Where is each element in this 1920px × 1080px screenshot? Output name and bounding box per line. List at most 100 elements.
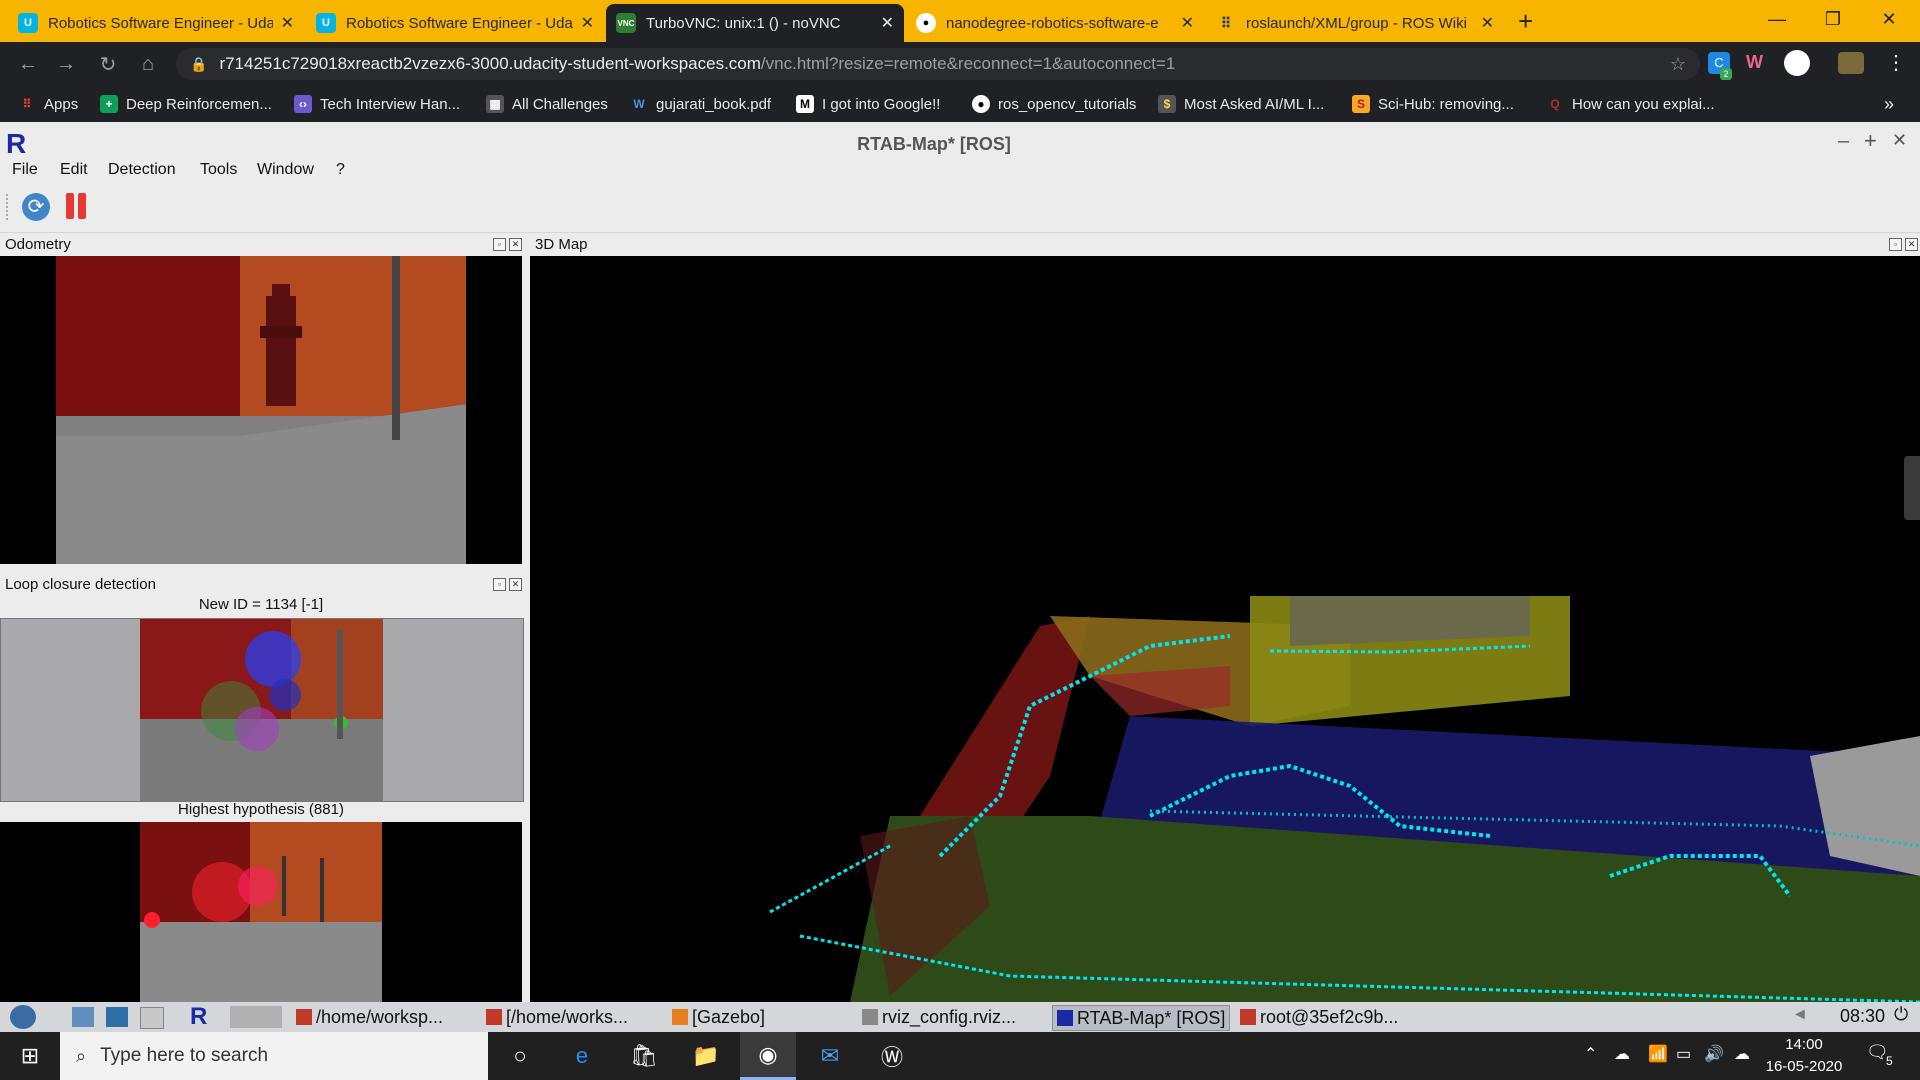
wifi-icon[interactable]: 📶 <box>1648 1044 1668 1064</box>
browser-tab[interactable]: U Robotics Software Engineer - Uda ✕ <box>8 4 304 42</box>
menu-tools[interactable]: Tools <box>200 161 237 179</box>
map3d-view[interactable] <box>530 256 1920 1002</box>
task-terminal-1[interactable]: /home/worksp... <box>296 1005 443 1029</box>
forward-button[interactable]: → <box>52 50 80 78</box>
refresh-icon[interactable]: ⟳ <box>22 193 50 221</box>
system-clock[interactable]: 14:00 16-05-2020 <box>1762 1034 1846 1078</box>
float-icon[interactable]: ▫ <box>1889 238 1902 251</box>
onedrive-icon[interactable]: ☁ <box>1614 1044 1630 1064</box>
edge-icon[interactable]: e <box>554 1032 610 1080</box>
float-icon[interactable]: ▫ <box>493 238 506 251</box>
map3d-dock-header: 3D Map ▫ ✕ <box>530 234 1920 254</box>
bookmark[interactable]: + Deep Reinforcemen... <box>100 94 272 114</box>
mail-icon[interactable]: ✉ <box>802 1032 858 1080</box>
chrome-icon[interactable]: ◉ <box>740 1032 796 1080</box>
bookmark[interactable]: Q How can you explai... <box>1546 94 1714 114</box>
close-icon[interactable]: ✕ <box>1181 13 1194 33</box>
close-button[interactable]: ✕ <box>1892 130 1907 151</box>
cortana-icon[interactable]: ○ <box>492 1032 548 1080</box>
close-icon[interactable]: ✕ <box>881 13 894 33</box>
pause-icon[interactable] <box>64 193 90 221</box>
home-button[interactable]: ⌂ <box>134 50 162 78</box>
back-button[interactable]: ← <box>14 50 42 78</box>
bookmark[interactable]: Wgujarati_book.pdf <box>630 94 771 114</box>
hypothesis-image-features <box>140 822 382 1002</box>
workspace-switcher[interactable] <box>230 1006 282 1028</box>
store-icon[interactable]: 🛍 <box>616 1032 672 1080</box>
code-icon: ‹› <box>294 95 312 113</box>
menu-edit[interactable]: Edit <box>60 161 88 179</box>
close-icon[interactable]: ✕ <box>1481 13 1494 33</box>
new-id-label: New ID = 1134 [-1] <box>198 596 324 613</box>
terminal-icon[interactable] <box>140 1007 164 1029</box>
menu-file[interactable]: File <box>12 161 38 179</box>
menu-kebab-icon[interactable]: ⋮ <box>1886 50 1906 75</box>
browser-tab[interactable]: ⠿ roslaunch/XML/group - ROS Wiki ✕ <box>1206 4 1504 42</box>
close-icon[interactable]: ✕ <box>1905 238 1918 251</box>
restore-button[interactable]: ❐ <box>1810 0 1856 38</box>
vnc-icon: VNC <box>616 13 636 33</box>
task-gazebo[interactable]: [Gazebo] <box>672 1005 765 1029</box>
windows-start-icon[interactable]: ⊞ <box>2 1032 58 1080</box>
extension-puzzle-icon[interactable] <box>1838 52 1864 74</box>
start-menu-icon[interactable] <box>10 1005 36 1029</box>
task-terminal-2[interactable]: [/home/works... <box>486 1005 628 1029</box>
github-icon: ● <box>972 95 990 113</box>
browser-tab[interactable]: ● nanodegree-robotics-software-e ✕ <box>906 4 1204 42</box>
side-panel-handle[interactable] <box>1904 456 1920 520</box>
profile-avatar[interactable] <box>1784 50 1810 76</box>
bookmark-apps[interactable]: ⠿ Apps <box>18 94 79 114</box>
close-icon[interactable]: ✕ <box>509 238 522 251</box>
toolbar-handle <box>6 194 10 220</box>
apps-grid-icon: ⠿ <box>22 97 32 111</box>
odometry-view <box>0 256 522 564</box>
menu-help[interactable]: ? <box>336 161 345 179</box>
maximize-button[interactable]: + <box>1864 128 1877 154</box>
bookmark[interactable]: ▦ All Challenges <box>486 94 608 114</box>
ros-icon: ⠿ <box>1220 14 1232 31</box>
tray-chevron-icon[interactable]: ⌃ <box>1584 1044 1597 1064</box>
w-app-icon[interactable]: Ⓦ <box>864 1032 920 1080</box>
menu-window[interactable]: Window <box>257 161 314 179</box>
plus-icon: + <box>100 95 118 113</box>
minimize-button[interactable]: – <box>1838 130 1849 153</box>
bookmark[interactable]: ● ros_opencv_tutorials <box>972 94 1136 114</box>
task-root-terminal[interactable]: root@35ef2c9b... <box>1240 1005 1398 1029</box>
browser-tab[interactable]: U Robotics Software Engineer - Uda ✕ <box>306 4 604 42</box>
close-icon[interactable]: ✕ <box>509 578 522 591</box>
app-title: RTAB-Map* [ROS] <box>857 134 1011 154</box>
rtabmap-launcher-icon[interactable]: R <box>190 1003 207 1031</box>
bookmark[interactable]: ‹› Tech Interview Han... <box>294 94 460 114</box>
reload-button[interactable]: ↻ <box>94 50 122 78</box>
quora-icon: Q <box>1550 97 1560 111</box>
task-rtabmap-active[interactable]: RTAB-Map* [ROS] <box>1052 1005 1231 1031</box>
w-extension-icon[interactable]: W <box>1746 52 1763 73</box>
desktop-icon[interactable] <box>106 1007 128 1027</box>
volume-icon[interactable]: ◄ <box>1792 1006 1808 1024</box>
task-rviz[interactable]: rviz_config.rviz... <box>862 1005 1016 1029</box>
minimize-button[interactable]: — <box>1754 0 1800 38</box>
close-window-button[interactable]: ✕ <box>1866 0 1912 38</box>
float-icon[interactable]: ▫ <box>493 578 506 591</box>
terminal-icon <box>1240 1009 1256 1025</box>
windows-search-box[interactable]: ⌕ Type here to search <box>60 1032 488 1080</box>
udacity-icon: U <box>316 13 336 33</box>
cloud-icon[interactable]: ☁ <box>1734 1044 1750 1064</box>
power-icon[interactable]: ⏻ <box>1894 1004 1908 1025</box>
star-icon[interactable]: ☆ <box>1670 54 1686 75</box>
speaker-icon[interactable]: 🔊 <box>1704 1044 1724 1064</box>
address-bar[interactable]: 🔒 r714251c729018xreactb2vzezx6-3000.udac… <box>176 48 1700 80</box>
browser-tab-active[interactable]: VNC TurboVNC: unix:1 () - noVNC ✕ <box>606 4 904 42</box>
bookmarks-overflow[interactable]: » <box>1884 94 1894 114</box>
close-icon[interactable]: ✕ <box>281 13 294 33</box>
vnc-clock: 08:30 <box>1840 1006 1886 1026</box>
file-manager-icon[interactable] <box>72 1007 94 1027</box>
bookmark[interactable]: $ Most Asked AI/ML I... <box>1158 94 1324 114</box>
menu-detection[interactable]: Detection <box>108 161 176 179</box>
bookmark[interactable]: S Sci-Hub: removing... <box>1352 94 1514 114</box>
battery-icon[interactable]: ▭ <box>1676 1044 1691 1064</box>
close-icon[interactable]: ✕ <box>581 13 594 33</box>
bookmark[interactable]: MI got into Google!! <box>796 94 940 114</box>
explorer-icon[interactable]: 📁 <box>678 1032 734 1080</box>
new-tab-button[interactable]: + <box>1518 6 1533 37</box>
